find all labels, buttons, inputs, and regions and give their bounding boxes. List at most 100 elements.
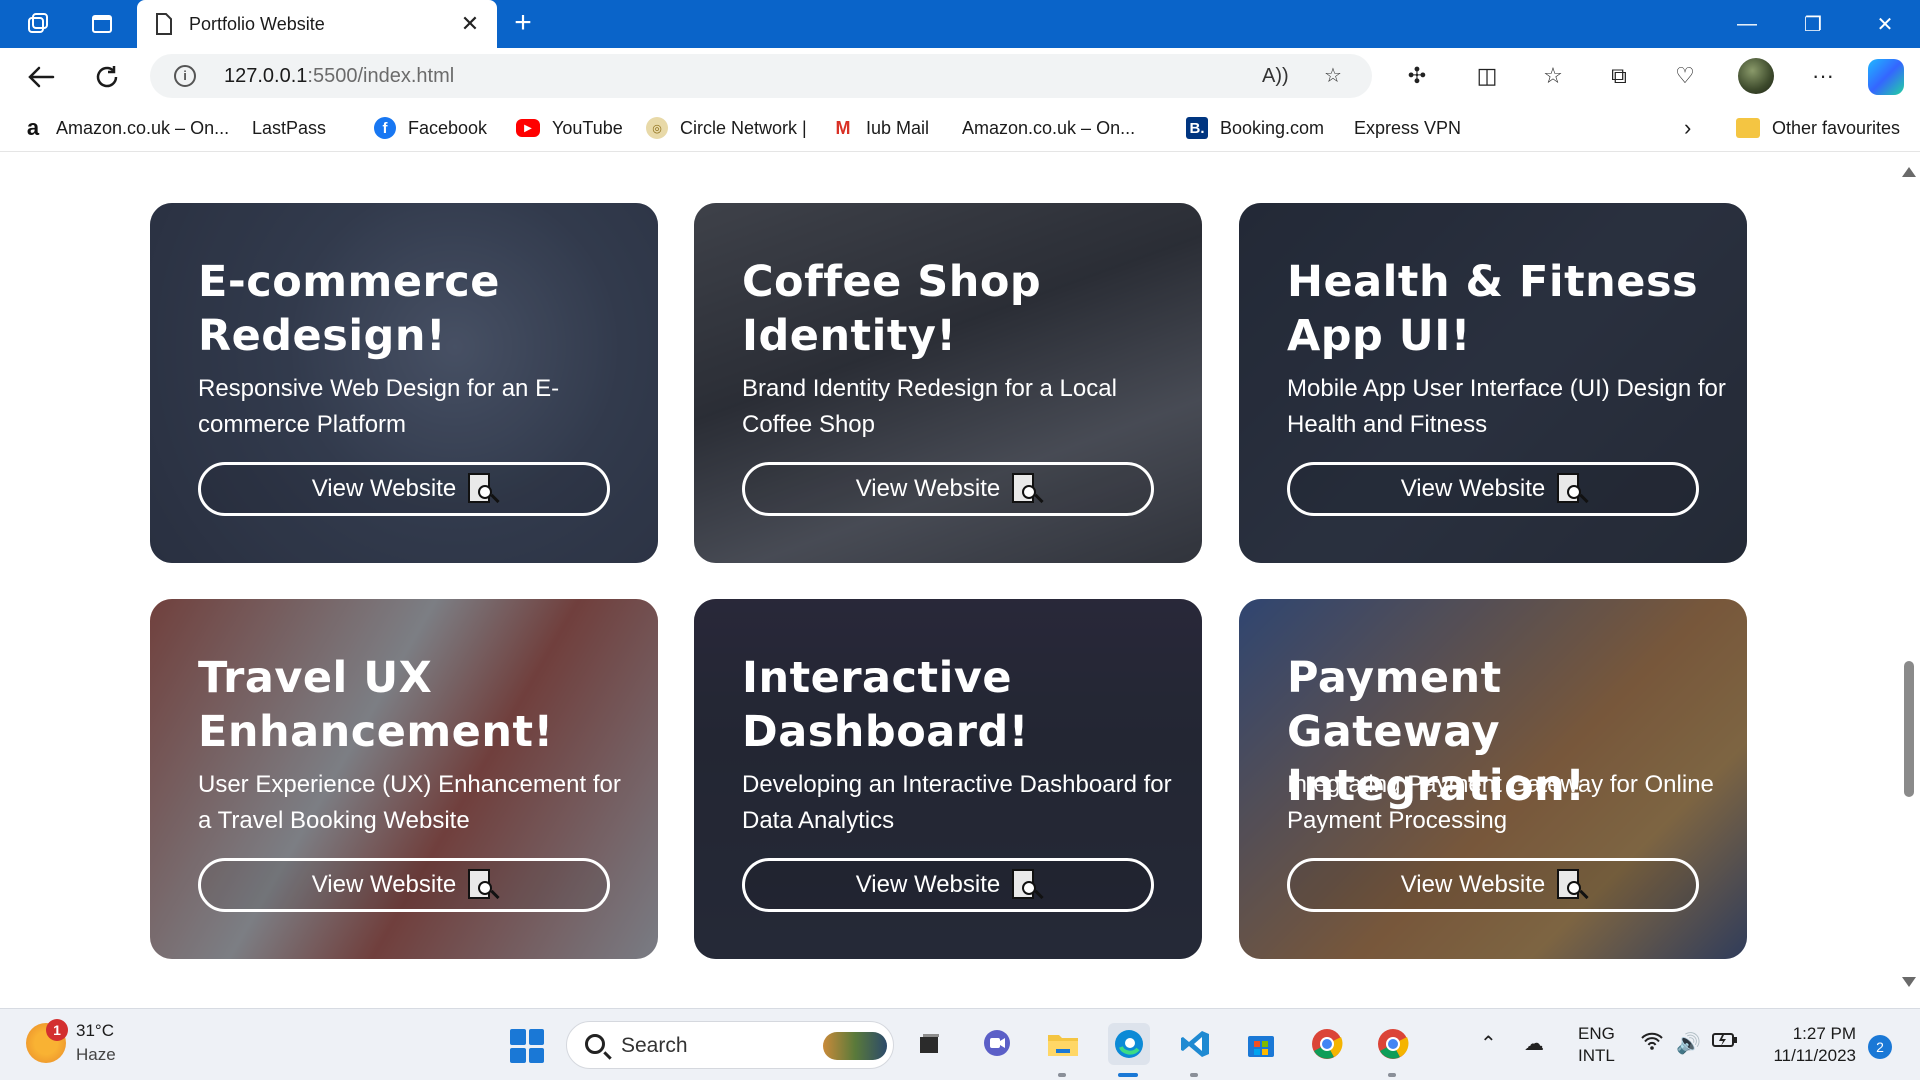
favourite-label: Iub Mail (866, 117, 930, 138)
language-layout: INTL (1578, 1046, 1615, 1065)
favourite-label: Circle Network | (680, 117, 807, 138)
new-tab-button[interactable]: + (507, 8, 539, 40)
favourites-icon[interactable]: ☆ (1536, 59, 1570, 93)
view-website-button[interactable]: View Website (1287, 858, 1699, 912)
card-description: Brand Identity Redesign for a Local Coff… (742, 375, 1117, 438)
back-arrow-icon[interactable] (24, 60, 58, 94)
tab-actions-icon[interactable] (90, 12, 114, 36)
booking-icon: B. (1186, 117, 1208, 139)
title-bar: Portfolio Website ✕ + — ❐ ✕ (0, 0, 1920, 48)
chrome-icon[interactable] (1306, 1023, 1348, 1065)
chrome-profile-icon[interactable] (1372, 1023, 1414, 1065)
windows-start-icon[interactable] (510, 1029, 544, 1063)
address-bar[interactable]: i 127.0.0.1:5500/index.html A)) ☆ (150, 54, 1372, 98)
other-favourites-label: Other favourites (1772, 117, 1901, 138)
extensions-icon[interactable]: ✣ (1400, 59, 1434, 93)
notification-badge[interactable]: 2 (1868, 1035, 1892, 1059)
read-aloud-icon[interactable]: A)) (1262, 63, 1289, 89)
project-card-coffee-shop: Coffee Shop Identity! Brand Identity Red… (694, 203, 1202, 563)
copilot-icon[interactable] (1868, 59, 1904, 95)
search-icon (585, 1034, 605, 1054)
project-card-travel-ux: Travel UX Enhancement! User Experience (… (150, 599, 658, 959)
vscode-icon[interactable] (1174, 1023, 1216, 1065)
more-options-icon[interactable]: ··· (1806, 59, 1840, 93)
tab-portfolio-website[interactable]: Portfolio Website ✕ (137, 0, 497, 48)
card-description: Responsive Web Design for an E-commerce … (198, 375, 560, 438)
view-website-button[interactable]: View Website (198, 462, 610, 516)
button-label: View Website (311, 871, 457, 898)
teams-chat-icon[interactable] (976, 1023, 1018, 1065)
file-explorer-icon[interactable] (1042, 1023, 1084, 1065)
close-window-button[interactable]: ✕ (1852, 0, 1918, 48)
refresh-icon[interactable] (90, 60, 124, 94)
restore-button[interactable]: ❐ (1780, 0, 1846, 48)
scroll-down-arrow-icon[interactable] (1902, 977, 1916, 987)
favourite-circle-network[interactable]: ◎ Circle Network | (646, 116, 807, 140)
edge-browser-icon[interactable] (1108, 1023, 1150, 1065)
split-screen-icon[interactable]: ◫ (1470, 59, 1504, 93)
active-indicator (1118, 1073, 1138, 1077)
task-view-icon[interactable] (908, 1023, 950, 1065)
youtube-icon: ▶ (516, 119, 540, 137)
favourite-amazon-2[interactable]: Amazon.co.uk – On... (962, 116, 1135, 291)
chevron-right-icon[interactable]: › (1684, 115, 1691, 140)
scroll-up-arrow-icon[interactable] (1902, 167, 1916, 177)
running-indicator (1190, 1073, 1198, 1077)
favourite-express-vpn[interactable]: Express VPN (1354, 116, 1461, 291)
taskbar-search[interactable]: Search (566, 1021, 894, 1069)
favourite-booking[interactable]: B. Booking.com (1186, 116, 1324, 140)
favourite-label: Amazon.co.uk – On... (56, 117, 230, 138)
site-info-icon[interactable]: i (174, 65, 196, 87)
close-tab-icon[interactable]: ✕ (457, 11, 483, 37)
vertical-scrollbar[interactable] (1896, 153, 1920, 1001)
favourite-label: LastPass (252, 117, 327, 138)
weather-condition[interactable]: Haze (76, 1045, 116, 1065)
card-description: Mobile App User Interface (UI) Design fo… (1287, 375, 1726, 438)
minimize-button[interactable]: — (1714, 0, 1780, 48)
document-search-icon (1012, 869, 1044, 901)
volume-icon[interactable]: 🔊 (1676, 1031, 1701, 1056)
folder-icon (1736, 118, 1760, 138)
chevron-up-icon[interactable]: ⌃ (1480, 1031, 1497, 1056)
onedrive-cloud-icon[interactable]: ☁ (1524, 1031, 1544, 1056)
favourite-star-icon[interactable]: ☆ (1320, 63, 1346, 89)
view-website-button[interactable]: View Website (1287, 462, 1699, 516)
weather-temperature[interactable]: 31°C (76, 1021, 114, 1041)
favourite-label: YouTube (552, 117, 623, 138)
browser-essentials-icon[interactable]: ♡ (1668, 59, 1702, 93)
favourite-facebook[interactable]: f Facebook (374, 116, 487, 140)
card-title: Travel UX Enhancement! (198, 653, 554, 757)
search-highlight-image (823, 1032, 887, 1060)
favourite-amazon[interactable]: a Amazon.co.uk – On... (22, 115, 230, 140)
favourites-bar: a Amazon.co.uk – On... LastPass f Facebo… (0, 104, 1920, 291)
button-label: View Website (311, 475, 457, 502)
taskbar: 1 31°C Haze Search ⌃ ☁ ENG INTL 🔊 1:27 P… (0, 1008, 1920, 1080)
collections-icon[interactable]: ⧉ (1602, 59, 1636, 93)
tab-title: Portfolio Website (189, 13, 325, 34)
url-host: 127.0.0.1 (224, 65, 308, 87)
profile-avatar[interactable] (1738, 58, 1774, 94)
favourite-lastpass[interactable]: LastPass (252, 116, 327, 291)
battery-icon[interactable] (1712, 1031, 1738, 1054)
navigation-bar: i 127.0.0.1:5500/index.html A)) ☆ ✣ ◫ ☆ … (0, 48, 1920, 104)
favourite-youtube[interactable]: ▶ YouTube (516, 116, 623, 140)
view-website-button[interactable]: View Website (742, 462, 1154, 516)
other-favourites[interactable]: Other favourites (1736, 116, 1900, 140)
document-search-icon (468, 869, 500, 901)
view-website-button[interactable]: View Website (198, 858, 610, 912)
url-text[interactable]: 127.0.0.1:5500/index.html (224, 65, 454, 88)
wifi-icon[interactable] (1640, 1031, 1664, 1057)
input-language[interactable]: ENG INTL (1578, 1023, 1615, 1067)
favourite-iub-mail[interactable]: M Iub Mail (832, 116, 930, 140)
language-code: ENG (1578, 1024, 1615, 1043)
view-website-button[interactable]: View Website (742, 858, 1154, 912)
microsoft-store-icon[interactable] (1240, 1023, 1282, 1065)
clock-time: 1:27 PM (1792, 1024, 1856, 1043)
button-label: View Website (1400, 871, 1546, 898)
weather-badge: 1 (46, 1019, 68, 1041)
document-search-icon (1557, 869, 1589, 901)
portfolio-page: E-commerce Redesign! Responsive Web Desi… (6, 153, 1896, 1001)
scrollbar-thumb[interactable] (1904, 661, 1914, 797)
system-clock[interactable]: 1:27 PM 11/11/2023 (1760, 1023, 1856, 1067)
workspaces-icon[interactable] (26, 12, 50, 36)
